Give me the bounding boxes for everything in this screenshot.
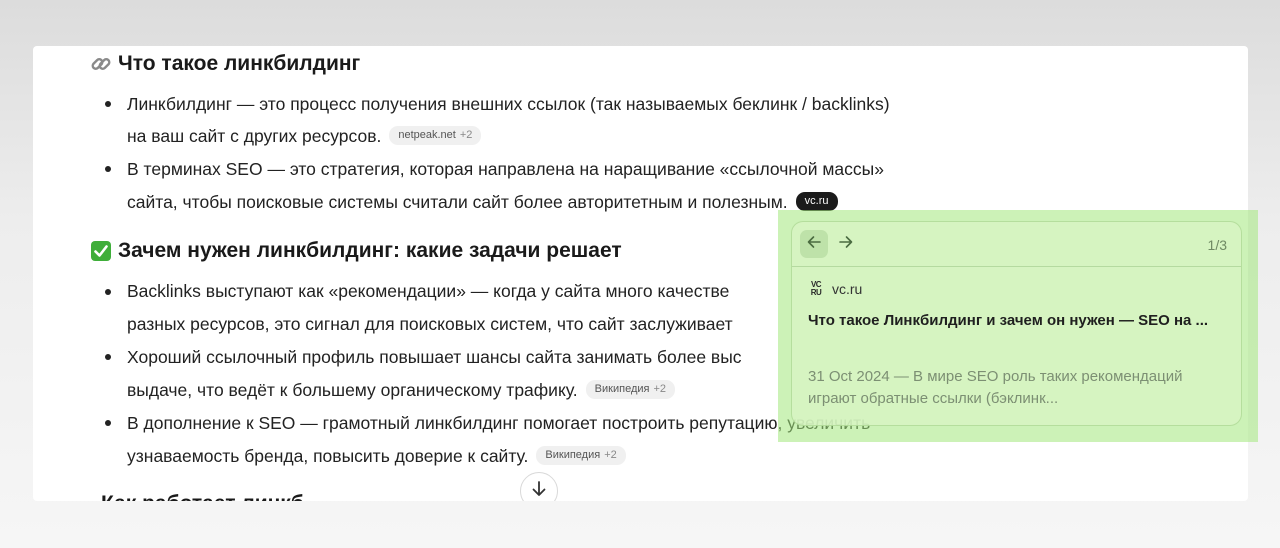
bullet-text: узнаваемость бренда, повысить доверие к … xyxy=(127,446,529,466)
source-title-link[interactable]: Что такое Линкбилдинг и зачем он нужен —… xyxy=(808,310,1233,332)
bullet-dot xyxy=(105,166,111,172)
source-name: vc.ru xyxy=(832,281,863,297)
bullet-dot xyxy=(105,354,111,360)
chip-plus: +2 xyxy=(653,382,667,395)
scroll-down-button[interactable] xyxy=(520,472,558,501)
chip-label: netpeak.net xyxy=(398,128,456,141)
bullet-dot xyxy=(105,420,111,426)
section-heading-what: Что такое линкбилдинг xyxy=(89,52,360,76)
bullet-text: Хороший ссылочный профиль повышает шансы… xyxy=(127,347,742,367)
next-section-heading: Как работает линкб xyxy=(101,492,304,501)
link-icon xyxy=(89,53,112,76)
arrow-right-icon xyxy=(838,234,854,255)
bullet-dot xyxy=(105,101,111,107)
chip-label: Википедия xyxy=(545,448,601,461)
bullet-text: В дополнение к SEO — грамотный линкбилди… xyxy=(127,413,871,433)
bullet-dot xyxy=(105,289,111,295)
chip-plus: +2 xyxy=(604,448,617,461)
arrow-down-icon xyxy=(530,480,548,502)
section-heading-why: Зачем нужен линкбилдинг: какие задачи ре… xyxy=(89,239,622,263)
source-chip[interactable]: netpeak.net +2 xyxy=(389,125,482,145)
bullet-text: В терминах SEO — это стратегия, которая … xyxy=(127,159,884,179)
bullet-text: сайта, чтобы поисковые системы считали с… xyxy=(127,192,788,212)
site-favicon: VC RU xyxy=(810,280,822,297)
chip-plus: +2 xyxy=(459,128,473,141)
bullet-text-cont: выдаче, что ведёт к большему органическо… xyxy=(127,379,676,401)
check-box-icon xyxy=(89,240,112,263)
bullet-text-cont: на ваш сайт с других ресурсов. netpeak.ne… xyxy=(127,125,482,147)
source-chip[interactable]: Википедия +2 xyxy=(585,379,676,399)
bullet-text-cont: сайта, чтобы поисковые системы считали с… xyxy=(127,191,838,213)
divider xyxy=(792,266,1241,267)
prev-source-button[interactable] xyxy=(800,230,828,258)
bullet-text: Линкбилдинг — это процесс получения внеш… xyxy=(127,94,890,114)
next-source-button[interactable] xyxy=(832,230,860,258)
source-counter: 1/3 xyxy=(1207,237,1227,253)
source-chip[interactable]: Википедия +2 xyxy=(536,445,626,465)
source-popup-card[interactable]: 1/3 VC RU vc.ru Что такое Линкбилдинг и … xyxy=(791,221,1242,426)
section-title: Что такое линкбилдинг xyxy=(118,52,361,75)
bullet-text-cont: узнаваемость бренда, повысить доверие к … xyxy=(127,445,626,467)
arrow-left-icon xyxy=(806,234,822,255)
bullet-text: на ваш сайт с других ресурсов. xyxy=(127,126,382,146)
section-title: Зачем нужен линкбилдинг: какие задачи ре… xyxy=(118,239,622,262)
source-chip-active[interactable]: vc.ru xyxy=(795,191,838,211)
chip-label: vc.ru xyxy=(804,194,829,207)
bullet-text: выдаче, что ведёт к большему органическо… xyxy=(127,380,578,400)
bullet-text: Backlinks выступают как «рекомендации» —… xyxy=(127,281,730,301)
chip-label: Википедия xyxy=(594,382,650,395)
bullet-text: разных ресурсов, это сигнал для поисковы… xyxy=(127,314,733,334)
source-snippet: 31 Oct 2024 — В мире SEO роль таких реко… xyxy=(808,368,1183,407)
